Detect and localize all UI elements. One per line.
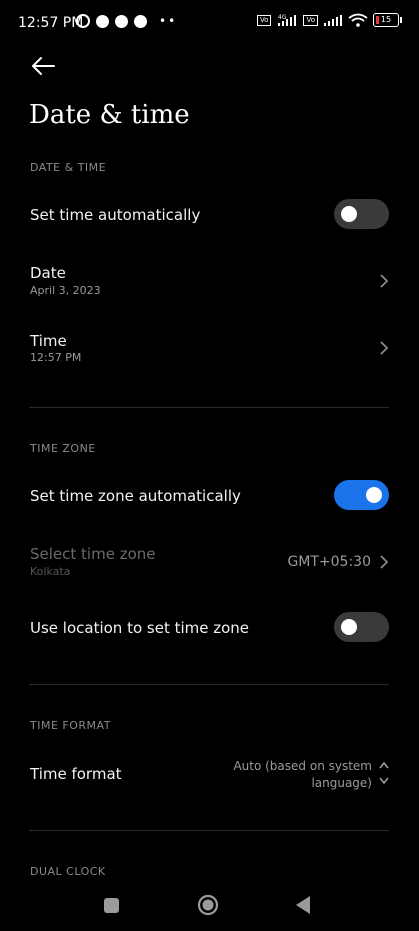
- time-format-label: Time format: [30, 765, 122, 783]
- wifi-icon: [348, 13, 368, 27]
- time-label: Time: [30, 332, 67, 350]
- notification-icons: ••: [76, 14, 177, 28]
- volte-icon: Vo: [303, 14, 318, 26]
- divider: [29, 830, 389, 831]
- section-header-time-format: TIME FORMAT: [30, 719, 111, 732]
- divider: [29, 407, 389, 408]
- network-type: 4G: [278, 14, 287, 21]
- volte-icon: Vo: [256, 14, 272, 26]
- more-notifications-icon: ••: [159, 14, 178, 28]
- date-value: April 3, 2023: [30, 284, 101, 297]
- use-location-toggle[interactable]: [334, 612, 389, 642]
- status-bar: 12:57 PM •• Vo 4G Vo 15: [0, 0, 419, 44]
- select-time-zone-label: Select time zone: [30, 545, 156, 563]
- divider: [29, 684, 389, 685]
- app-notification-icon: [115, 14, 128, 28]
- status-time: 12:57 PM: [18, 15, 84, 31]
- alarm-icon: [76, 14, 90, 28]
- recents-icon[interactable]: [104, 898, 119, 913]
- chevron-right-icon: [380, 341, 389, 355]
- back-triangle-icon[interactable]: [295, 895, 311, 915]
- section-header-date-time: DATE & TIME: [30, 161, 107, 174]
- battery-icon: 15: [373, 13, 402, 27]
- use-location-label: Use location to set time zone: [30, 619, 250, 637]
- date-label: Date: [30, 264, 66, 282]
- set-time-zone-automatically-label: Set time zone automatically: [30, 487, 241, 505]
- select-time-zone-value: GMT+05:30: [287, 554, 371, 570]
- chevron-right-icon: [380, 555, 389, 569]
- time-format-value: Auto (based on system language): [233, 759, 372, 790]
- set-time-automatically-label: Set time automatically: [30, 206, 201, 224]
- back-arrow-icon[interactable]: [30, 56, 56, 76]
- updown-icon: [379, 761, 389, 785]
- signal-icon: [324, 15, 342, 26]
- app-notification-icon: [134, 14, 147, 28]
- select-time-zone-sub: Kolkata: [30, 565, 71, 578]
- signal-icon: 4G: [278, 14, 297, 26]
- page-title: Date & time: [29, 100, 190, 130]
- section-header-time-zone: TIME ZONE: [30, 442, 96, 455]
- battery-level: 15: [380, 15, 392, 24]
- set-time-zone-automatically-toggle[interactable]: [334, 480, 389, 510]
- home-icon[interactable]: [197, 894, 219, 916]
- chevron-right-icon: [380, 274, 389, 288]
- dnd-icon: [96, 14, 109, 28]
- system-icons: Vo 4G Vo 15: [256, 13, 402, 27]
- time-value: 12:57 PM: [30, 351, 82, 364]
- set-time-automatically-toggle[interactable]: [334, 199, 389, 229]
